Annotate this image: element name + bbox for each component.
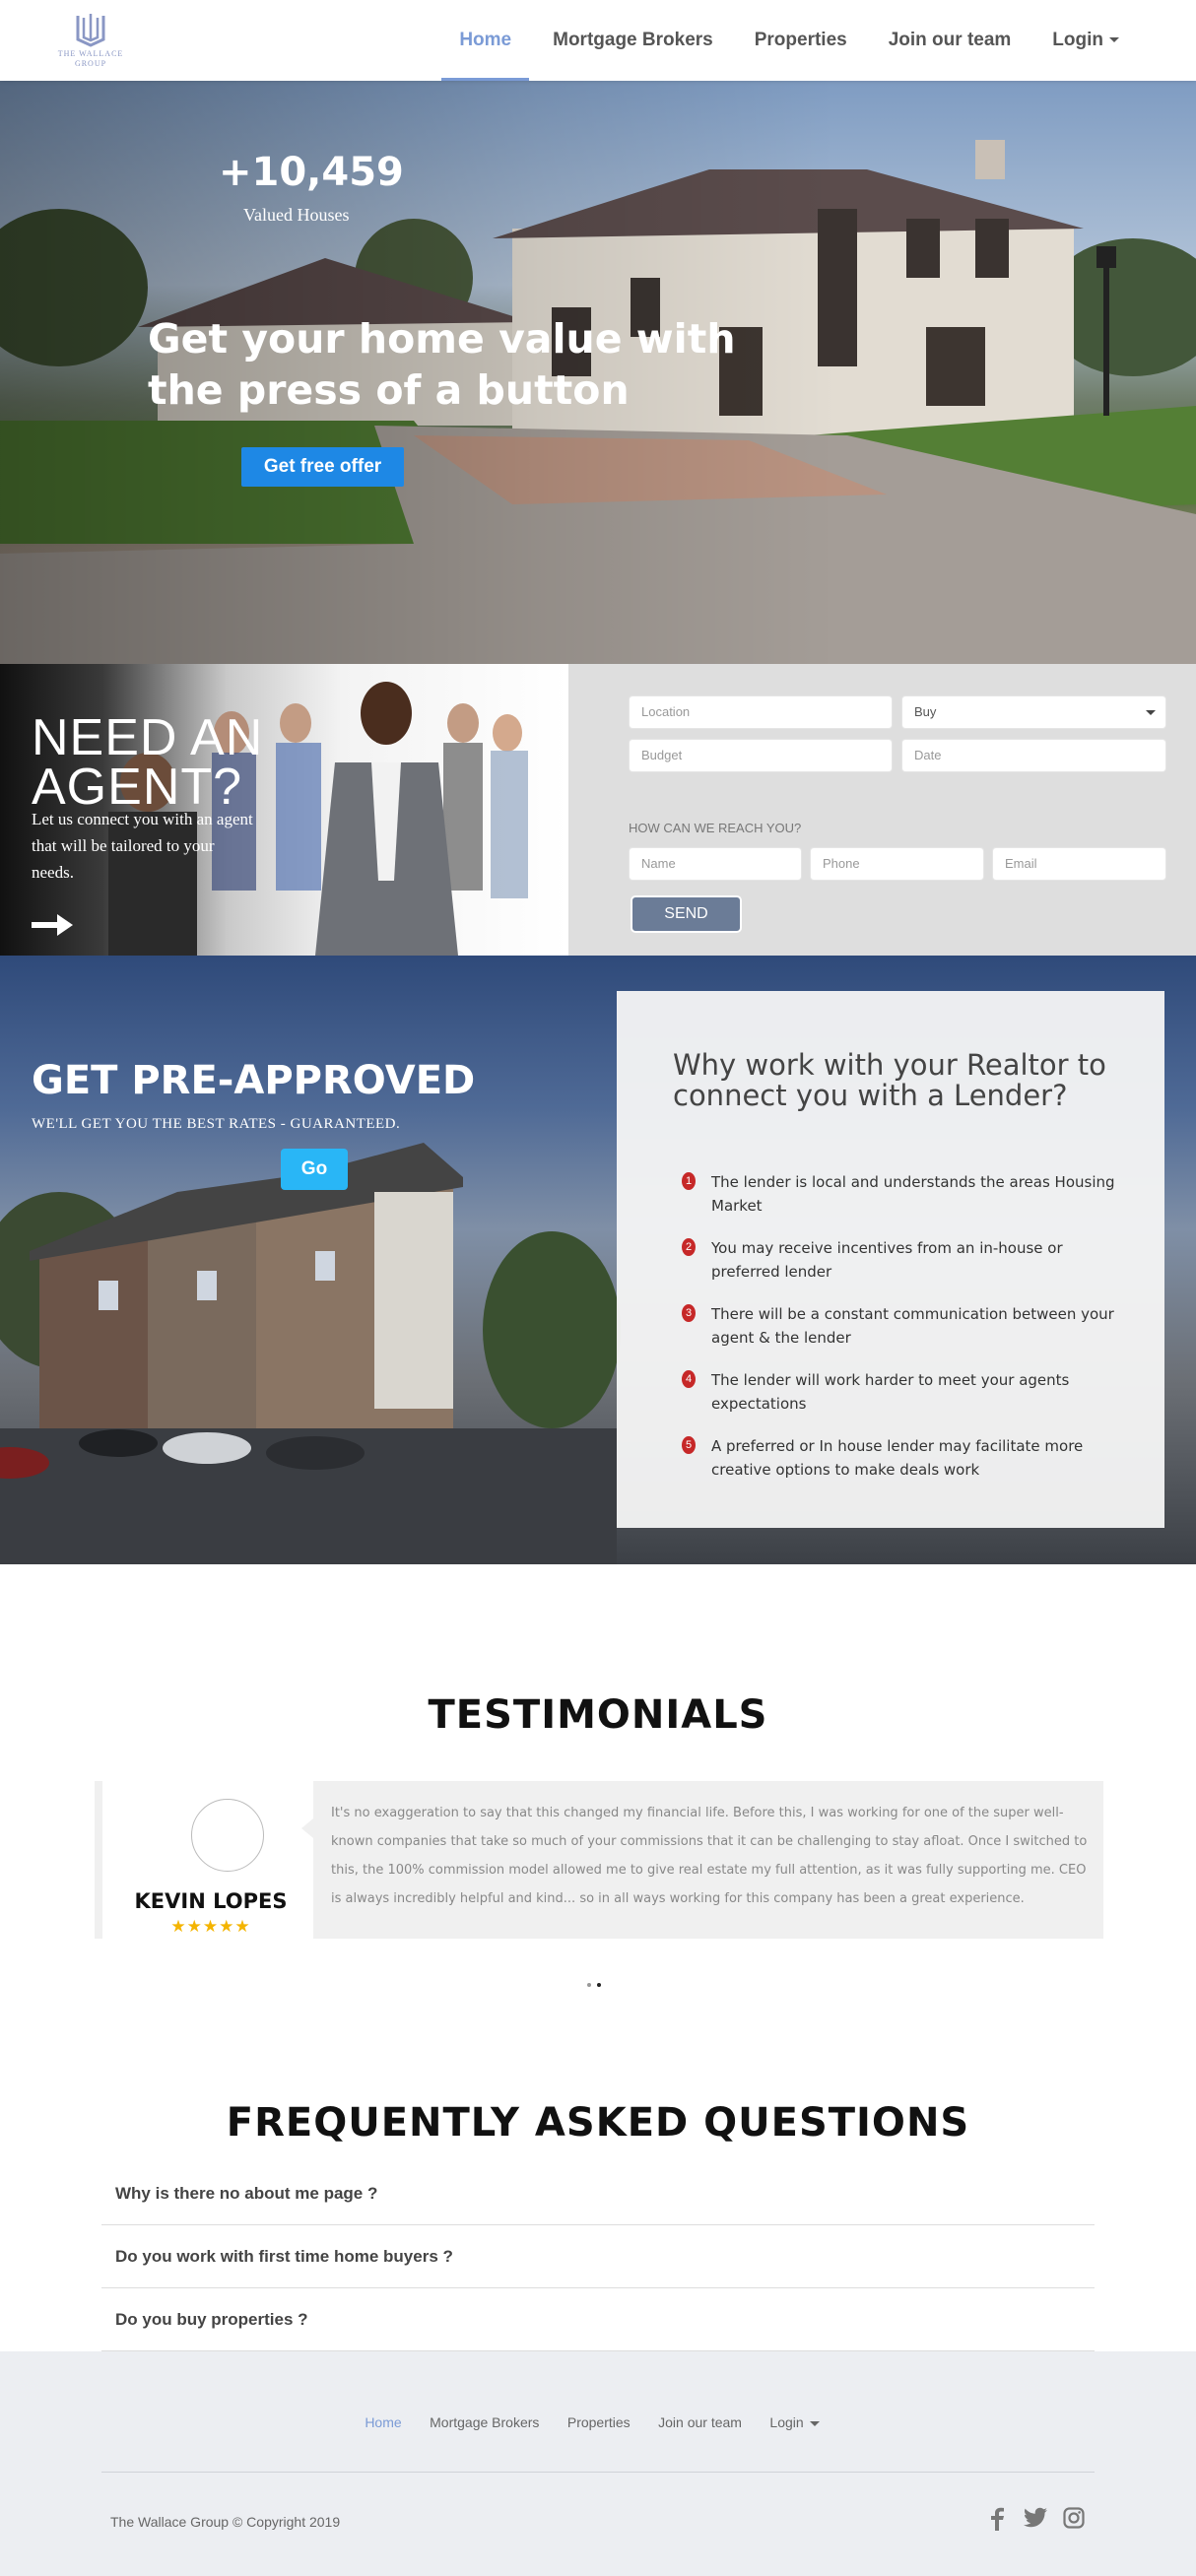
budget-placeholder: Budget [641, 748, 683, 762]
facebook-icon[interactable] [986, 2507, 1008, 2536]
agent-title: NEED AN AGENT? [32, 709, 264, 816]
reason-number-badge: 5 [682, 1436, 696, 1454]
hero-section: +10,459 Valued Houses Get your home valu… [0, 81, 1196, 664]
arrow-right-icon[interactable] [32, 914, 73, 936]
faq-question: Do you buy properties ? [115, 2310, 308, 2329]
carousel-dot-active[interactable] [597, 1983, 601, 1987]
chevron-down-icon [809, 2420, 820, 2426]
budget-input[interactable]: Budget [629, 739, 893, 772]
top-navbar: THE WALLACE GROUP Home Mortgage Brokers … [0, 0, 1196, 81]
faq-item[interactable]: Do you buy properties ? [101, 2288, 1095, 2351]
chevron-down-icon [1109, 37, 1119, 43]
hero-title: Get your home value with the press of a … [148, 315, 736, 414]
buy-select[interactable]: Buy [901, 695, 1166, 729]
brand-logo[interactable]: THE WALLACE GROUP [55, 10, 126, 71]
go-button[interactable]: Go [281, 1149, 348, 1190]
faq-item[interactable]: Why is there no about me page ? [101, 2162, 1095, 2225]
footer-nav-login[interactable]: Login [769, 2414, 831, 2430]
faq-question: Do you work with first time home buyers … [115, 2247, 453, 2266]
email-input[interactable]: Email [992, 847, 1166, 881]
reason-text: The lender will work harder to meet your… [711, 1371, 1070, 1413]
testimonial-author: KEVIN LOPES [134, 1889, 288, 1913]
social-links [970, 2507, 1085, 2536]
reason-number-badge: 3 [682, 1304, 696, 1322]
chevron-down-icon [1146, 710, 1156, 715]
reason-text: The lender is local and understands the … [711, 1173, 1115, 1215]
nav-login-label: Login [1052, 30, 1103, 50]
nav-login[interactable]: Login [1052, 0, 1119, 81]
testimonial-profile-card: KEVIN LOPES ★★★★★ [95, 1781, 315, 1939]
avatar [191, 1799, 264, 1872]
name-input[interactable]: Name [629, 847, 802, 881]
contact-label: HOW CAN WE REACH YOU? [629, 821, 802, 835]
testimonials-title: TESTIMONIALS [428, 1692, 768, 1738]
location-input[interactable]: Location [629, 695, 893, 729]
footer-nav-join-our-team[interactable]: Join our team [658, 2414, 742, 2430]
footer-nav-properties[interactable]: Properties [567, 2414, 631, 2430]
agent-description: Let us connect you with an agent that wi… [32, 810, 253, 882]
footer: Home Mortgage Brokers Properties Join ou… [0, 2351, 1196, 2576]
buy-select-value: Buy [914, 704, 937, 719]
reason-number-badge: 4 [682, 1370, 696, 1388]
valued-houses-label: Valued Houses [243, 205, 350, 225]
location-placeholder: Location [641, 704, 691, 719]
faq-question: Why is there no about me page ? [115, 2184, 378, 2203]
date-input[interactable]: Date [901, 739, 1166, 772]
agent-title-line1: NEED AN [32, 709, 264, 766]
send-button[interactable]: SEND [631, 895, 742, 933]
reason-text: A preferred or In house lender may facil… [711, 1437, 1084, 1479]
copyright-text: The Wallace Group © Copyright 2019 [110, 2514, 341, 2530]
preapproved-subtitle: WE'LL GET YOU THE BEST RATES - GUARANTEE… [32, 1116, 401, 1132]
carousel-dots [587, 1974, 607, 1992]
date-placeholder: Date [914, 748, 942, 762]
faq-title: FREQUENTLY ASKED QUESTIONS [226, 2100, 970, 2146]
twitter-icon[interactable] [1024, 2507, 1047, 2536]
why-realtor-title: Why work with your Realtor to connect yo… [673, 1048, 1106, 1112]
nav-mortgage-brokers[interactable]: Mortgage Brokers [553, 0, 713, 81]
footer-login-label: Login [769, 2414, 804, 2430]
get-free-offer-button[interactable]: Get free offer [241, 447, 404, 487]
reason-text: You may receive incentives from an in-ho… [711, 1239, 1063, 1281]
preapproved-section: GET PRE-APPROVED WE'LL GET YOU THE BEST … [0, 956, 1196, 1564]
nav-properties[interactable]: Properties [755, 0, 847, 81]
logo-icon [76, 14, 105, 47]
name-placeholder: Name [641, 856, 676, 871]
footer-nav-home[interactable]: Home [365, 2414, 401, 2430]
footer-nav: Home Mortgage Brokers Properties Join ou… [0, 2414, 1196, 2432]
reason-number-badge: 1 [682, 1172, 696, 1190]
agent-title-line2: AGENT? [32, 759, 243, 816]
faq-item[interactable]: Do you work with first time home buyers … [101, 2225, 1095, 2288]
reason-number-badge: 2 [682, 1238, 696, 1256]
footer-nav-mortgage-brokers[interactable]: Mortgage Brokers [430, 2414, 539, 2430]
nav-home[interactable]: Home [441, 0, 529, 81]
nav-links: Home Mortgage Brokers Properties Join ou… [418, 0, 1119, 81]
carousel-dot[interactable] [587, 1983, 591, 1987]
logo-text: THE WALLACE GROUP [57, 49, 124, 68]
email-placeholder: Email [1005, 856, 1037, 871]
phone-input[interactable]: Phone [810, 847, 984, 881]
nav-join-our-team[interactable]: Join our team [889, 0, 1012, 81]
why-realtor-panel: Why work with your Realtor to connect yo… [617, 991, 1164, 1528]
star-rating: ★★★★★ [170, 1917, 251, 1936]
valued-houses-count: +10,459 [219, 150, 404, 195]
testimonial-quote: It's no exaggeration to say that this ch… [301, 1781, 1103, 1939]
instagram-icon[interactable] [1063, 2507, 1085, 2536]
phone-placeholder: Phone [823, 856, 860, 871]
reason-text: There will be a constant communication b… [711, 1305, 1114, 1347]
agent-section: NEED AN AGENT? Let us connect you with a… [0, 664, 1196, 956]
preapproved-title: GET PRE-APPROVED [32, 1058, 476, 1103]
footer-divider [101, 2472, 1095, 2473]
